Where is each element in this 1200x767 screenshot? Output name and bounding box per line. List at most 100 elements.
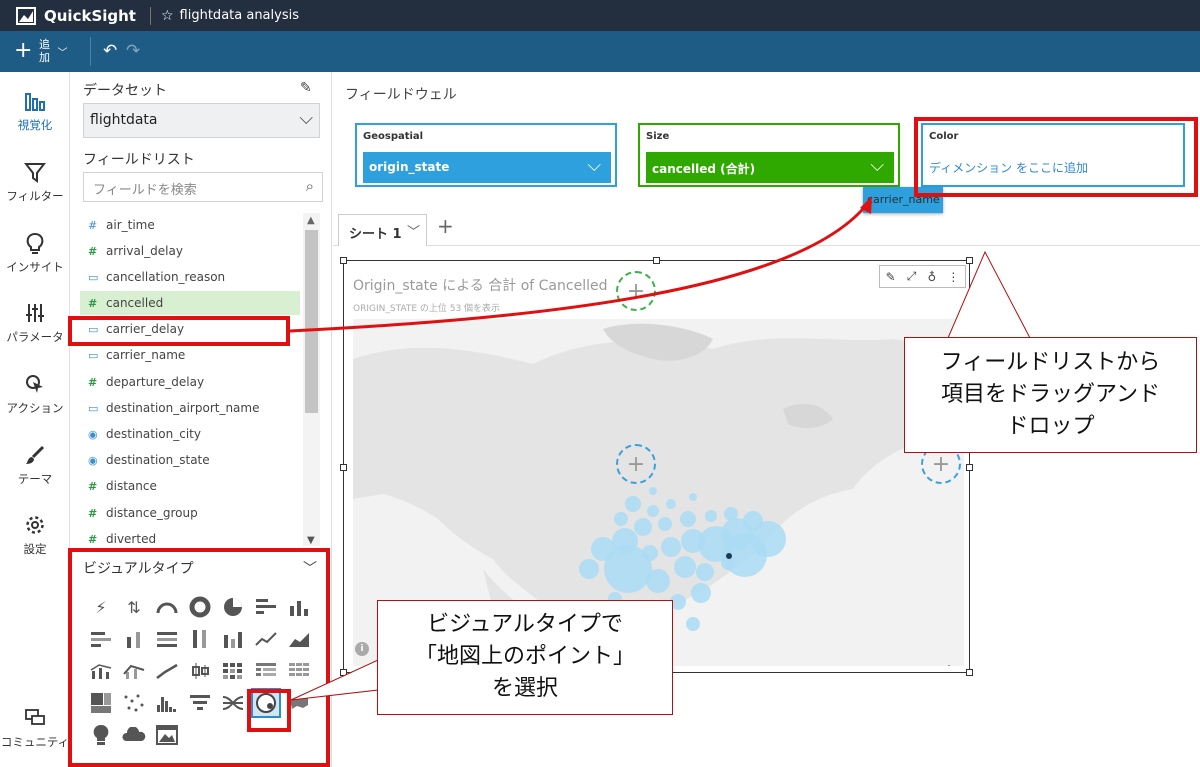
resize-handle[interactable] xyxy=(966,669,973,676)
annotation-highlight-field xyxy=(68,316,290,346)
callout-line: フィールドリストから xyxy=(940,350,1161,375)
nav-label: フィルター xyxy=(6,189,64,203)
sliders-icon xyxy=(26,304,44,322)
toolbar-divider xyxy=(90,37,91,66)
callout-line: を選択 xyxy=(491,676,558,701)
field-name: arrival_delay xyxy=(106,244,183,258)
dataset-value: flightdata xyxy=(90,112,158,128)
nav-community[interactable]: コミュニティ xyxy=(0,706,70,750)
nav-label: 設定 xyxy=(23,542,47,556)
size-field-pill[interactable]: cancelled (合計) ⌵ xyxy=(646,152,894,183)
more-options-icon[interactable]: ⋮ xyxy=(947,270,959,284)
resize-handle[interactable] xyxy=(340,669,347,676)
nav-label: パラメータ xyxy=(6,330,64,344)
well-label: Geospatial xyxy=(363,131,424,142)
chevron-down-icon[interactable]: ﹀ xyxy=(407,221,420,240)
annotation-highlight-color-well xyxy=(914,117,1198,197)
zoom-controls: + − xyxy=(934,659,964,666)
field-name: cancellation_reason xyxy=(106,270,226,284)
resize-handle[interactable] xyxy=(966,464,973,471)
field-type-icon: ▭ xyxy=(88,348,99,362)
nav-filter[interactable]: フィルター xyxy=(0,160,70,204)
nav-visualize[interactable]: 視覚化 xyxy=(0,89,70,133)
field-list-scrollbar[interactable]: ▲ ▼ xyxy=(303,213,320,546)
field-item[interactable]: # arrival_delay xyxy=(80,239,300,263)
resize-handle[interactable] xyxy=(340,464,347,471)
visual-title: Origin_state による 合計 of Cancelled xyxy=(353,278,608,294)
size-well[interactable]: Size cancelled (合計) ⌵ xyxy=(638,123,900,187)
field-search-input[interactable]: フィールドを検索 ⌕ xyxy=(83,172,323,202)
expand-icon[interactable]: ⤢ xyxy=(907,269,917,284)
field-item[interactable]: ◉ destination_city xyxy=(80,422,300,446)
info-icon[interactable]: i xyxy=(355,642,369,656)
app-name: QuickSight xyxy=(44,6,136,25)
annotation-highlight-points-on-map xyxy=(247,689,291,732)
chevron-down-icon: ⌵ xyxy=(299,108,313,129)
add-visual-plus-icon[interactable]: + xyxy=(616,271,656,311)
field-name: cancelled xyxy=(106,296,164,310)
star-icon[interactable]: ☆ xyxy=(161,8,174,24)
resize-handle[interactable] xyxy=(340,257,347,264)
callout-line: ビジュアルタイプで xyxy=(427,612,623,637)
quicksight-logo[interactable]: QuickSight xyxy=(16,6,136,25)
toolbar: + 追加 ﹀ ↶ ↷ xyxy=(0,31,1200,72)
field-item[interactable]: ▭ destination_airport_name xyxy=(80,396,300,420)
left-nav: 視覚化 フィルター インサイト パラメータ アクション テーマ 設定 コミュニテ… xyxy=(0,72,70,767)
dataset-select[interactable]: flightdata ⌵ xyxy=(83,103,320,138)
scroll-down-icon[interactable]: ▼ xyxy=(307,535,315,546)
redo-icon[interactable]: ↷ xyxy=(126,41,140,61)
lightbulb-icon xyxy=(26,233,44,254)
quicksight-logo-icon xyxy=(16,6,36,25)
field-type-icon: # xyxy=(88,244,98,258)
sheet-tab[interactable]: シート 1 ﹀ xyxy=(338,214,427,246)
nav-label: 視覚化 xyxy=(17,118,53,132)
callout-line: 「地図上のポイント」 xyxy=(414,644,635,669)
add-sheet-icon[interactable]: + xyxy=(437,214,454,238)
field-item[interactable]: # departure_delay xyxy=(80,370,300,394)
nav-insights[interactable]: インサイト xyxy=(0,231,70,275)
field-item[interactable]: ◉ destination_state xyxy=(80,448,300,472)
field-name: carrier_name xyxy=(106,348,186,362)
field-type-icon: ▭ xyxy=(88,270,99,284)
zoom-in-icon[interactable]: + xyxy=(934,659,964,666)
field-item[interactable]: ▭ cancellation_reason xyxy=(80,265,300,289)
field-item-selected[interactable]: # cancelled xyxy=(80,291,300,315)
geospatial-well[interactable]: Geospatial origin_state ⌵ xyxy=(355,123,617,187)
field-name: destination_airport_name xyxy=(106,401,260,415)
chevron-down-icon: ﹀ xyxy=(57,47,68,59)
nav-parameters[interactable]: パラメータ xyxy=(0,301,70,345)
field-type-icon: # xyxy=(88,218,98,232)
scrollbar-thumb[interactable] xyxy=(305,230,318,413)
undo-icon[interactable]: ↶ xyxy=(103,41,117,61)
analysis-title[interactable]: ☆ flightdata analysis xyxy=(161,8,299,24)
field-type-icon: ▭ xyxy=(88,401,99,415)
geospatial-field-pill[interactable]: origin_state ⌵ xyxy=(363,152,611,183)
field-item[interactable]: # distance xyxy=(80,474,300,498)
pill-text: origin_state xyxy=(369,160,450,174)
chevron-down-icon[interactable]: ⌵ xyxy=(587,155,601,176)
analysis-title-text: flightdata analysis xyxy=(179,8,299,23)
add-visual-plus-icon[interactable]: + xyxy=(616,444,656,484)
app-header: QuickSight ☆ flightdata analysis xyxy=(0,0,1200,31)
field-name: air_time xyxy=(106,218,155,232)
nav-actions[interactable]: アクション xyxy=(0,372,70,416)
field-item[interactable]: # distance_group xyxy=(80,501,300,525)
chevron-down-icon[interactable]: ⌵ xyxy=(870,155,884,176)
add-button[interactable]: + 追加 ﹀ xyxy=(14,38,67,64)
gear-icon xyxy=(26,516,44,534)
search-icon: ⌕ xyxy=(305,177,314,195)
field-item[interactable]: ▭ carrier_name xyxy=(80,343,300,367)
field-name: destination_state xyxy=(106,453,210,467)
field-item[interactable]: # air_time xyxy=(80,213,300,237)
nav-label: テーマ xyxy=(17,472,53,486)
plus-icon: + xyxy=(14,38,33,63)
nav-themes[interactable]: テーマ xyxy=(0,443,70,487)
resize-handle[interactable] xyxy=(653,257,660,264)
nav-settings[interactable]: 設定 xyxy=(0,513,70,557)
pencil-icon[interactable]: ✎ xyxy=(886,270,896,284)
pencil-icon[interactable]: ✎ xyxy=(300,80,312,96)
resize-handle[interactable] xyxy=(966,257,973,264)
scroll-up-icon[interactable]: ▲ xyxy=(307,215,315,226)
lightbulb-icon[interactable]: ♁ xyxy=(927,270,936,284)
add-button-label: 追加 xyxy=(38,38,50,64)
